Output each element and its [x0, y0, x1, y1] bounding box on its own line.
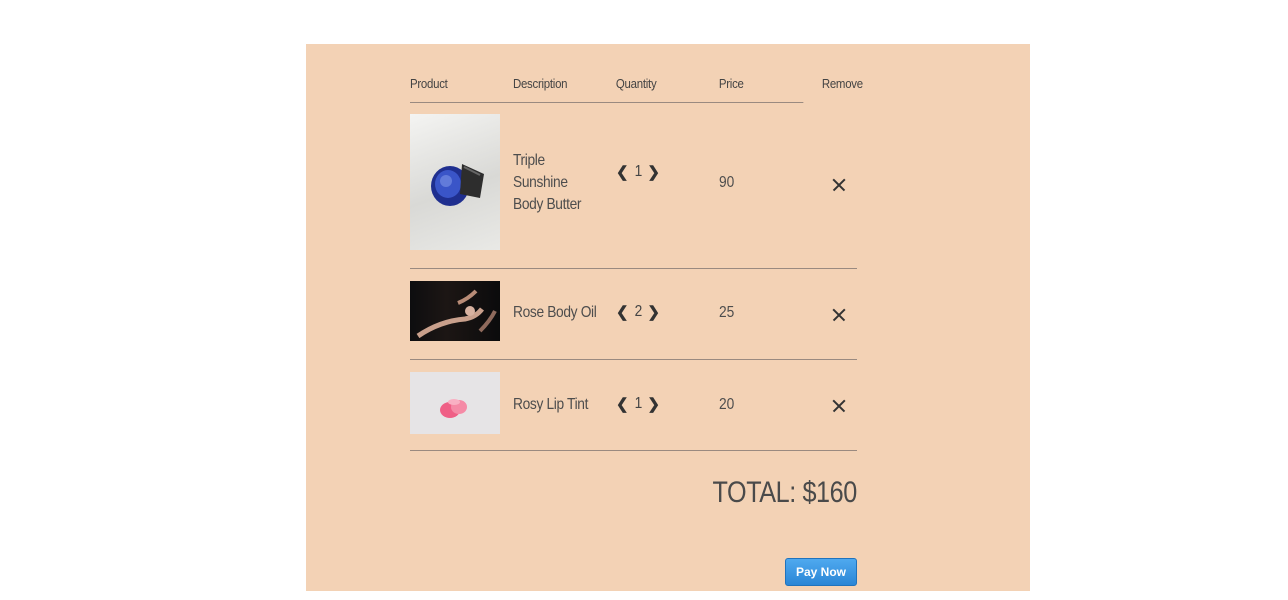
item-price: 90	[719, 174, 735, 191]
quantity-value: 2	[634, 303, 642, 320]
decrease-quantity-button[interactable]: ❮	[616, 395, 629, 413]
header-product: Product	[410, 76, 448, 91]
increase-quantity-button[interactable]: ❯	[647, 303, 660, 321]
item-price: 20	[719, 396, 735, 413]
header-remove: Remove	[821, 76, 863, 91]
cart-total: TOTAL: $160	[712, 476, 858, 509]
header-quantity: Quantity	[615, 76, 657, 91]
header-description: Description	[512, 76, 568, 91]
increase-quantity-button[interactable]: ❯	[647, 395, 660, 413]
quantity-value: 1	[634, 395, 642, 412]
remove-item-button[interactable]	[829, 396, 849, 416]
cart-row: Rosy Lip Tint ❮ 1 ❯ 20	[410, 360, 857, 451]
quantity-stepper: ❮ 1 ❯	[616, 395, 660, 413]
increase-quantity-button[interactable]: ❯	[647, 163, 660, 181]
quantity-stepper: ❮ 1 ❯	[616, 163, 660, 181]
hands-dark-image	[410, 281, 500, 341]
quantity-stepper: ❮ 2 ❯	[616, 303, 660, 321]
blue-jar-on-sand-image	[410, 114, 500, 250]
item-description: Triple Sunshine Body Butter	[513, 152, 582, 213]
remove-item-button[interactable]	[829, 175, 849, 195]
item-price: 25	[719, 304, 735, 321]
item-description: Rose Body Oil	[513, 304, 597, 321]
cart-row: Rose Body Oil ❮ 2 ❯ 25	[410, 269, 857, 360]
cart-header-row: Product Description Quantity Price Remov…	[410, 74, 863, 103]
cart-row: Triple Sunshine Body Butter ❮ 1 ❯ 90	[410, 102, 857, 269]
item-description: Rosy Lip Tint	[513, 396, 589, 413]
pink-lip-tint-image	[410, 372, 500, 434]
decrease-quantity-button[interactable]: ❮	[616, 163, 629, 181]
checkout-panel: Product Description Quantity Price Remov…	[306, 44, 1030, 591]
pay-now-button[interactable]: Pay Now	[785, 558, 857, 586]
remove-item-button[interactable]	[829, 305, 849, 325]
quantity-value: 1	[634, 163, 642, 180]
header-price: Price	[718, 76, 744, 91]
decrease-quantity-button[interactable]: ❮	[616, 303, 629, 321]
